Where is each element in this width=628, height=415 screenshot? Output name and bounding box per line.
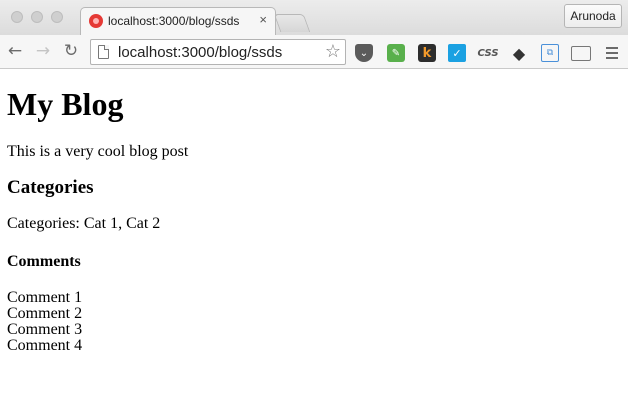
comment-item: Comment 4 bbox=[7, 337, 83, 354]
tab-title: localhost:3000/blog/ssds bbox=[108, 14, 240, 28]
browser-tab-active[interactable]: localhost:3000/blog/ssds × bbox=[80, 7, 276, 35]
browser-toolbar: ← → ↻ localhost:3000/blog/ssds ☆ ⌄ ✎ k ✓… bbox=[0, 35, 628, 69]
checkmark-extension-icon[interactable]: ✓ bbox=[448, 44, 466, 62]
meteor-favicon-icon bbox=[89, 14, 103, 28]
bookmark-star-icon[interactable]: ☆ bbox=[325, 41, 341, 62]
css-extension-icon[interactable]: CSS bbox=[477, 44, 499, 62]
evernote-icon[interactable]: ✎ bbox=[387, 44, 405, 62]
url-host: localhost bbox=[118, 44, 178, 61]
page-title: My Blog bbox=[7, 86, 124, 122]
layers-icon[interactable]: ◆ bbox=[510, 44, 528, 63]
categories-list: Categories: Cat 1, Cat 2 bbox=[7, 215, 161, 232]
zoom-window-button[interactable] bbox=[51, 11, 63, 23]
kippt-icon[interactable]: k bbox=[418, 44, 436, 62]
profile-button[interactable]: Arunoda bbox=[564, 4, 622, 28]
comments-heading: Comments bbox=[7, 253, 81, 270]
window-titlebar: localhost:3000/blog/ssds × Arunoda bbox=[0, 0, 628, 35]
folder-speed-icon[interactable]: ⧉ bbox=[541, 44, 559, 62]
url-text[interactable]: localhost:3000/blog/ssds bbox=[118, 44, 282, 61]
cast-icon[interactable] bbox=[571, 46, 591, 61]
page-icon bbox=[98, 45, 109, 59]
back-arrow-icon[interactable]: ← bbox=[4, 40, 26, 62]
new-tab-button[interactable] bbox=[273, 14, 311, 32]
comments-list: Comment 1 Comment 2 Comment 3 Comment 4 bbox=[7, 290, 82, 354]
close-window-button[interactable] bbox=[11, 11, 23, 23]
categories-heading: Categories bbox=[7, 177, 94, 198]
minimize-window-button[interactable] bbox=[31, 11, 43, 23]
chrome-menu-icon[interactable] bbox=[603, 44, 621, 62]
url-path: :3000/blog/ssds bbox=[177, 44, 283, 61]
post-body: This is a very cool blog post bbox=[7, 143, 189, 160]
tab-close-icon[interactable]: × bbox=[259, 12, 267, 27]
comment-item: Comment 2 bbox=[7, 305, 83, 322]
address-bar[interactable]: localhost:3000/blog/ssds ☆ bbox=[90, 39, 346, 65]
forward-arrow-icon[interactable]: → bbox=[32, 40, 54, 62]
reload-icon[interactable]: ↻ bbox=[60, 40, 82, 62]
pocket-icon[interactable]: ⌄ bbox=[355, 44, 373, 62]
comment-item: Comment 1 bbox=[7, 289, 83, 306]
comment-item: Comment 3 bbox=[7, 321, 83, 338]
